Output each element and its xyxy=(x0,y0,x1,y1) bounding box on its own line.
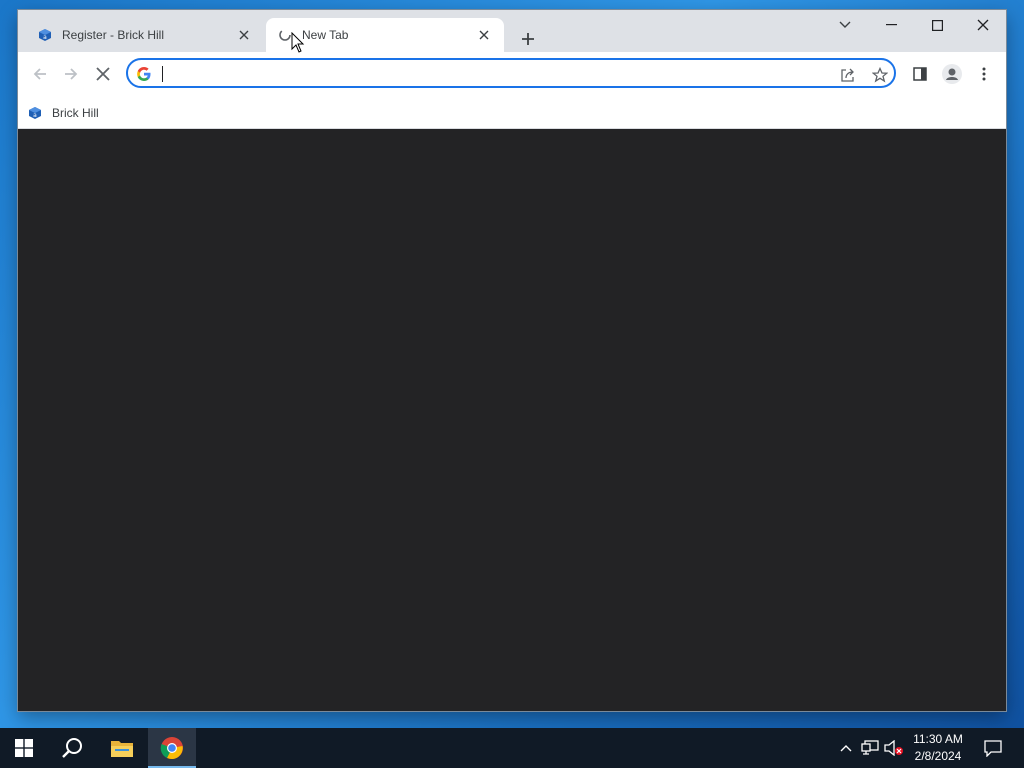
volume-button[interactable] xyxy=(884,738,904,758)
text-caret xyxy=(162,66,163,82)
tab-search-button[interactable] xyxy=(822,10,868,40)
volume-muted-icon xyxy=(884,740,903,756)
menu-button[interactable] xyxy=(969,59,999,89)
browser-toolbar xyxy=(18,52,1006,98)
back-button[interactable] xyxy=(25,59,55,89)
search-icon xyxy=(62,738,82,758)
google-icon xyxy=(136,66,152,82)
file-explorer-button[interactable] xyxy=(98,728,146,768)
stop-button[interactable] xyxy=(88,59,118,89)
tab-label: New Tab xyxy=(302,28,349,42)
tab-label: Register - Brick Hill xyxy=(62,28,165,42)
chevron-up-icon xyxy=(840,745,852,752)
close-window-button[interactable] xyxy=(960,10,1006,40)
side-panel-icon xyxy=(913,67,927,81)
tab-close-icon[interactable] xyxy=(234,25,254,45)
share-button[interactable] xyxy=(836,63,860,87)
side-panel-button[interactable] xyxy=(905,59,935,89)
loading-icon xyxy=(278,28,292,42)
clock-date: 2/8/2024 xyxy=(914,749,962,763)
svg-text:a: a xyxy=(33,112,37,119)
bookmark-brick-hill[interactable]: a Brick Hill xyxy=(28,102,99,124)
windows-start-icon xyxy=(15,739,33,757)
address-input[interactable] xyxy=(160,63,820,83)
address-bar[interactable] xyxy=(126,58,896,88)
start-button[interactable] xyxy=(0,728,48,768)
tab-register-brick-hill[interactable]: a Register - Brick Hill xyxy=(26,18,264,52)
maximize-icon xyxy=(931,19,943,31)
star-icon xyxy=(872,67,888,83)
notification-icon xyxy=(984,740,1002,757)
kebab-menu-icon xyxy=(982,67,986,81)
notification-button[interactable] xyxy=(978,728,1008,768)
browser-window: a Register - Brick Hill New Tab a Brick … xyxy=(18,10,1006,711)
bookmark-label: Brick Hill xyxy=(52,106,99,120)
svg-text:a: a xyxy=(43,34,47,41)
maximize-button[interactable] xyxy=(914,10,960,40)
chrome-taskbar-button[interactable] xyxy=(148,728,196,768)
close-icon xyxy=(977,19,989,31)
tab-search-icon xyxy=(839,21,851,28)
bookmark-star-button[interactable] xyxy=(868,63,892,87)
tab-close-icon[interactable] xyxy=(474,25,494,45)
brick-hill-icon: a xyxy=(28,106,42,120)
brick-hill-icon: a xyxy=(38,28,52,42)
file-explorer-icon xyxy=(111,741,133,757)
profile-button[interactable] xyxy=(937,59,967,89)
system-clock[interactable]: 11:30 AM 2/8/2024 xyxy=(906,731,970,765)
forward-button[interactable] xyxy=(56,59,86,89)
clock-time: 11:30 AM xyxy=(913,732,963,746)
minimize-icon xyxy=(885,24,897,26)
taskbar: 11:30 AM 2/8/2024 xyxy=(0,728,1024,768)
mouse-cursor-icon xyxy=(291,32,305,53)
new-tab-button[interactable] xyxy=(514,25,542,53)
chrome-icon xyxy=(160,737,183,760)
share-icon xyxy=(841,68,854,82)
profile-icon xyxy=(942,64,962,84)
plus-icon xyxy=(522,33,534,45)
bookmarks-bar: a Brick Hill xyxy=(18,98,1006,129)
forward-arrow-icon xyxy=(65,68,78,80)
show-hidden-icons-button[interactable] xyxy=(836,738,856,758)
search-button[interactable] xyxy=(48,728,96,768)
network-button[interactable] xyxy=(860,738,880,758)
back-arrow-icon xyxy=(33,68,46,80)
minimize-button[interactable] xyxy=(868,10,914,40)
page-content[interactable] xyxy=(18,129,1006,711)
stop-icon xyxy=(96,67,110,81)
network-icon xyxy=(861,740,879,755)
tab-strip: a Register - Brick Hill New Tab xyxy=(18,10,1006,52)
